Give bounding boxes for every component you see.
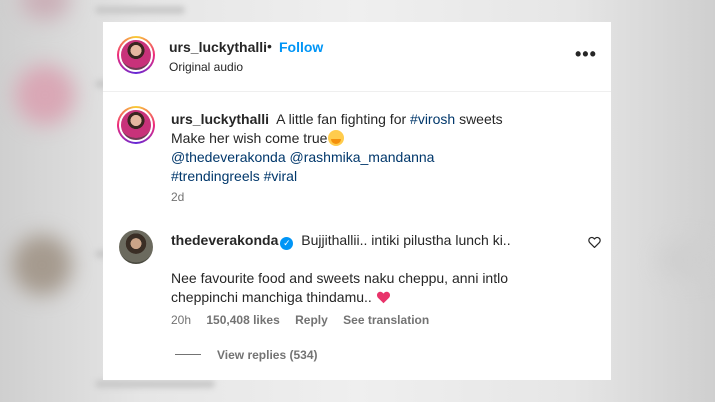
blurred-avatar-shape xyxy=(20,0,70,20)
verified-badge-icon: ✓ xyxy=(280,237,294,250)
commenter-username[interactable]: thedeverakonda xyxy=(171,232,278,248)
caption-text: sweets xyxy=(459,111,503,127)
caption-text: Make her wish come true xyxy=(171,130,328,146)
comment-text: Nee favourite food and sweets naku chepp… xyxy=(171,270,509,305)
commenter-avatar[interactable] xyxy=(119,230,153,264)
caption-author-avatar[interactable] xyxy=(117,106,155,144)
caption-text: A little fan fighting for xyxy=(276,111,407,127)
pink-heart-emoji-icon xyxy=(376,291,390,304)
blurred-text-line xyxy=(95,380,215,388)
comment-header: thedeverakonda ✓ Bujjithallii.. intiki pi… xyxy=(171,231,511,250)
view-replies-label: View replies (534) xyxy=(217,348,318,362)
comment-meta: 20h 150,408 likes Reply See translation xyxy=(171,313,441,327)
author-username[interactable]: urs_luckythalli xyxy=(169,39,267,55)
mention-thedeverakonda[interactable]: @thedeverakonda xyxy=(171,149,286,165)
comment-likes-count[interactable]: 150,408 likes xyxy=(206,313,279,327)
blurred-avatar-shape xyxy=(12,235,72,295)
hugging-face-emoji-icon xyxy=(328,130,345,146)
comment-timestamp[interactable]: 20h xyxy=(171,313,191,327)
blurred-text-line xyxy=(95,6,185,14)
post-header: urs_luckythalli • Follow Original audio … xyxy=(103,22,611,92)
blurred-avatar-shape xyxy=(15,65,75,125)
audio-label[interactable]: Original audio xyxy=(169,60,243,74)
follow-button[interactable]: Follow xyxy=(279,39,323,55)
view-replies-button[interactable]: View replies (534) xyxy=(175,348,318,362)
hashtag-viral[interactable]: #viral xyxy=(264,168,297,184)
avatar-photo xyxy=(119,108,153,142)
avatar-photo xyxy=(119,38,153,72)
post-card: urs_luckythalli • Follow Original audio … xyxy=(103,22,611,380)
caption-username[interactable]: urs_luckythalli xyxy=(171,111,269,127)
reply-button[interactable]: Reply xyxy=(295,313,328,327)
author-avatar[interactable] xyxy=(117,36,155,74)
mention-rashmika-mandanna[interactable]: @rashmika_mandanna xyxy=(290,149,435,165)
replies-divider-line xyxy=(175,354,201,355)
hashtag-virosh[interactable]: #virosh xyxy=(410,111,455,127)
heart-outline-icon[interactable] xyxy=(588,236,601,248)
comment-body: Nee favourite food and sweets naku chepp… xyxy=(171,269,561,307)
hashtag-trendingreels[interactable]: #trendingreels xyxy=(171,168,260,184)
post-caption: urs_luckythalli A little fan fighting fo… xyxy=(171,110,591,186)
comment-text-line: Bujjithallii.. intiki pilustha lunch ki.… xyxy=(301,232,511,248)
see-translation-button[interactable]: See translation xyxy=(343,313,429,327)
caption-timestamp[interactable]: 2d xyxy=(171,190,184,204)
separator-dot: • xyxy=(267,38,272,54)
blurred-shape xyxy=(660,240,715,280)
more-options-icon[interactable]: ••• xyxy=(575,44,597,65)
